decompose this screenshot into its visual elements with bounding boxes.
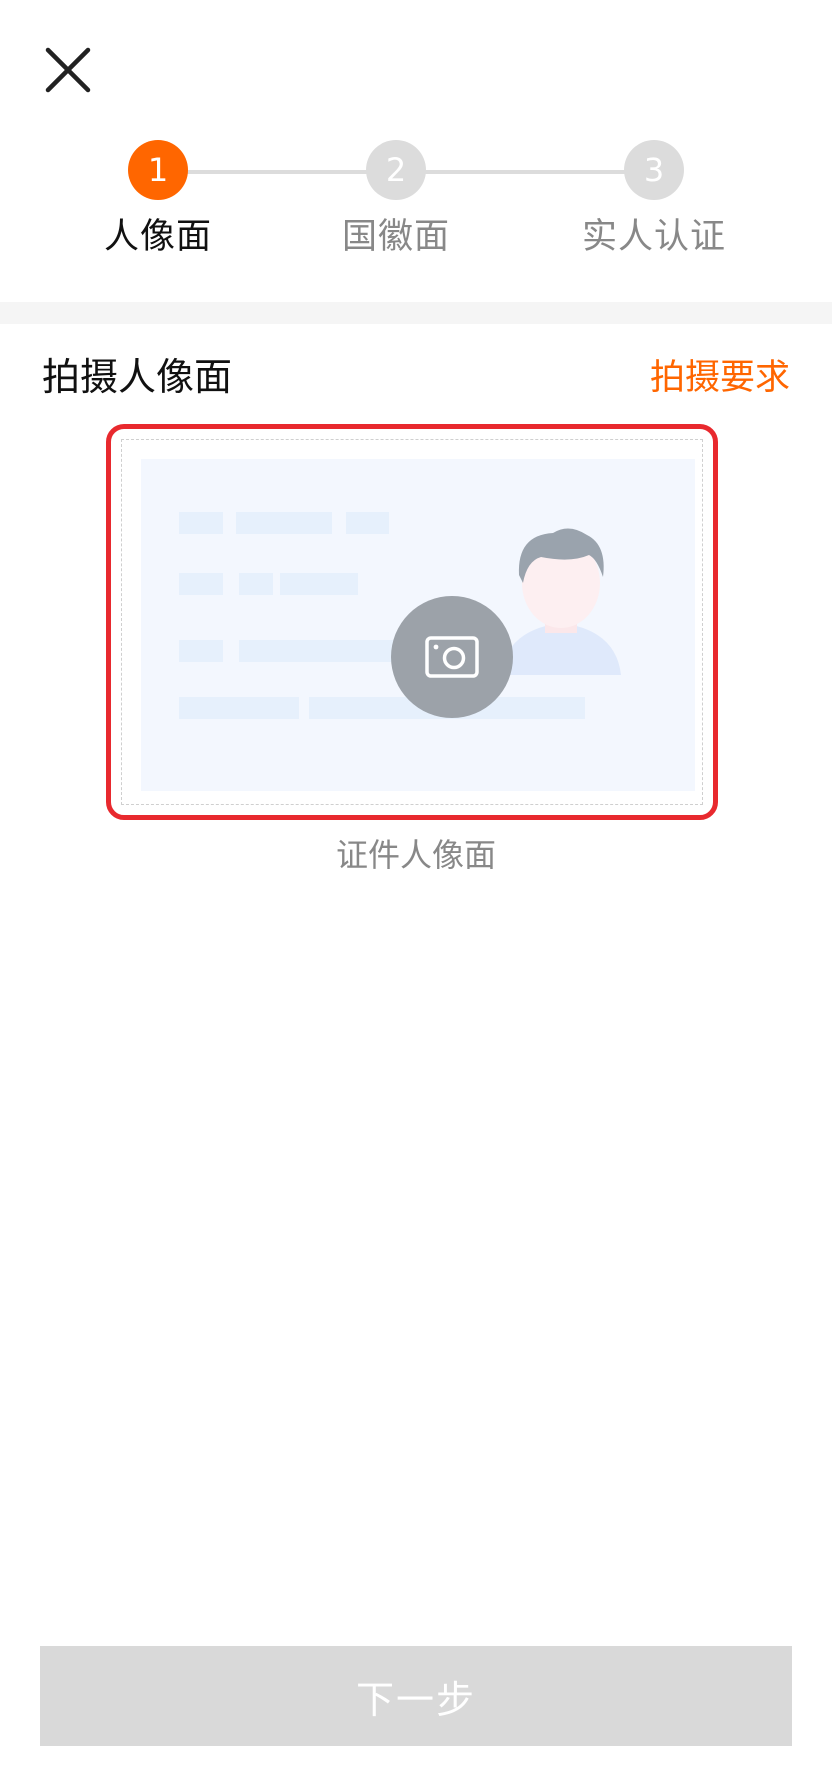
section-title: 拍摄人像面 (42, 355, 233, 399)
step-3-label: 实人认证 (581, 217, 726, 257)
placeholder-bar (179, 697, 299, 719)
placeholder-bar (179, 512, 223, 534)
progress-stepper: 1 人像面 2 国徽面 3 实人认证 (0, 136, 832, 266)
camera-icon (425, 636, 479, 678)
section-divider (0, 302, 832, 324)
placeholder-bar (179, 573, 223, 595)
close-button[interactable] (44, 46, 92, 94)
placeholder-bar (280, 573, 358, 595)
placeholder-bar (239, 640, 399, 662)
step-3-circle: 3 (624, 140, 684, 200)
photo-requirements-link[interactable]: 拍摄要求 (650, 349, 790, 400)
close-icon (45, 47, 91, 93)
step-1: 1 人像面 (58, 136, 258, 259)
placeholder-bar (239, 573, 273, 595)
step-2-circle: 2 (366, 140, 426, 200)
capture-caption: 证件人像面 (335, 836, 496, 874)
next-step-button[interactable]: 下一步 (40, 1646, 792, 1746)
step-1-label: 人像面 (103, 217, 212, 257)
step-2: 2 国徽面 (296, 136, 496, 259)
step-2-label: 国徽面 (341, 217, 450, 257)
id-front-capture-area[interactable] (106, 424, 718, 820)
id-card-illustration (141, 459, 695, 791)
camera-button[interactable] (391, 596, 513, 718)
placeholder-bar (236, 512, 332, 534)
step-1-circle: 1 (128, 140, 188, 200)
step-3: 3 实人认证 (554, 136, 754, 259)
placeholder-bar (346, 512, 389, 534)
placeholder-bar (179, 640, 223, 662)
